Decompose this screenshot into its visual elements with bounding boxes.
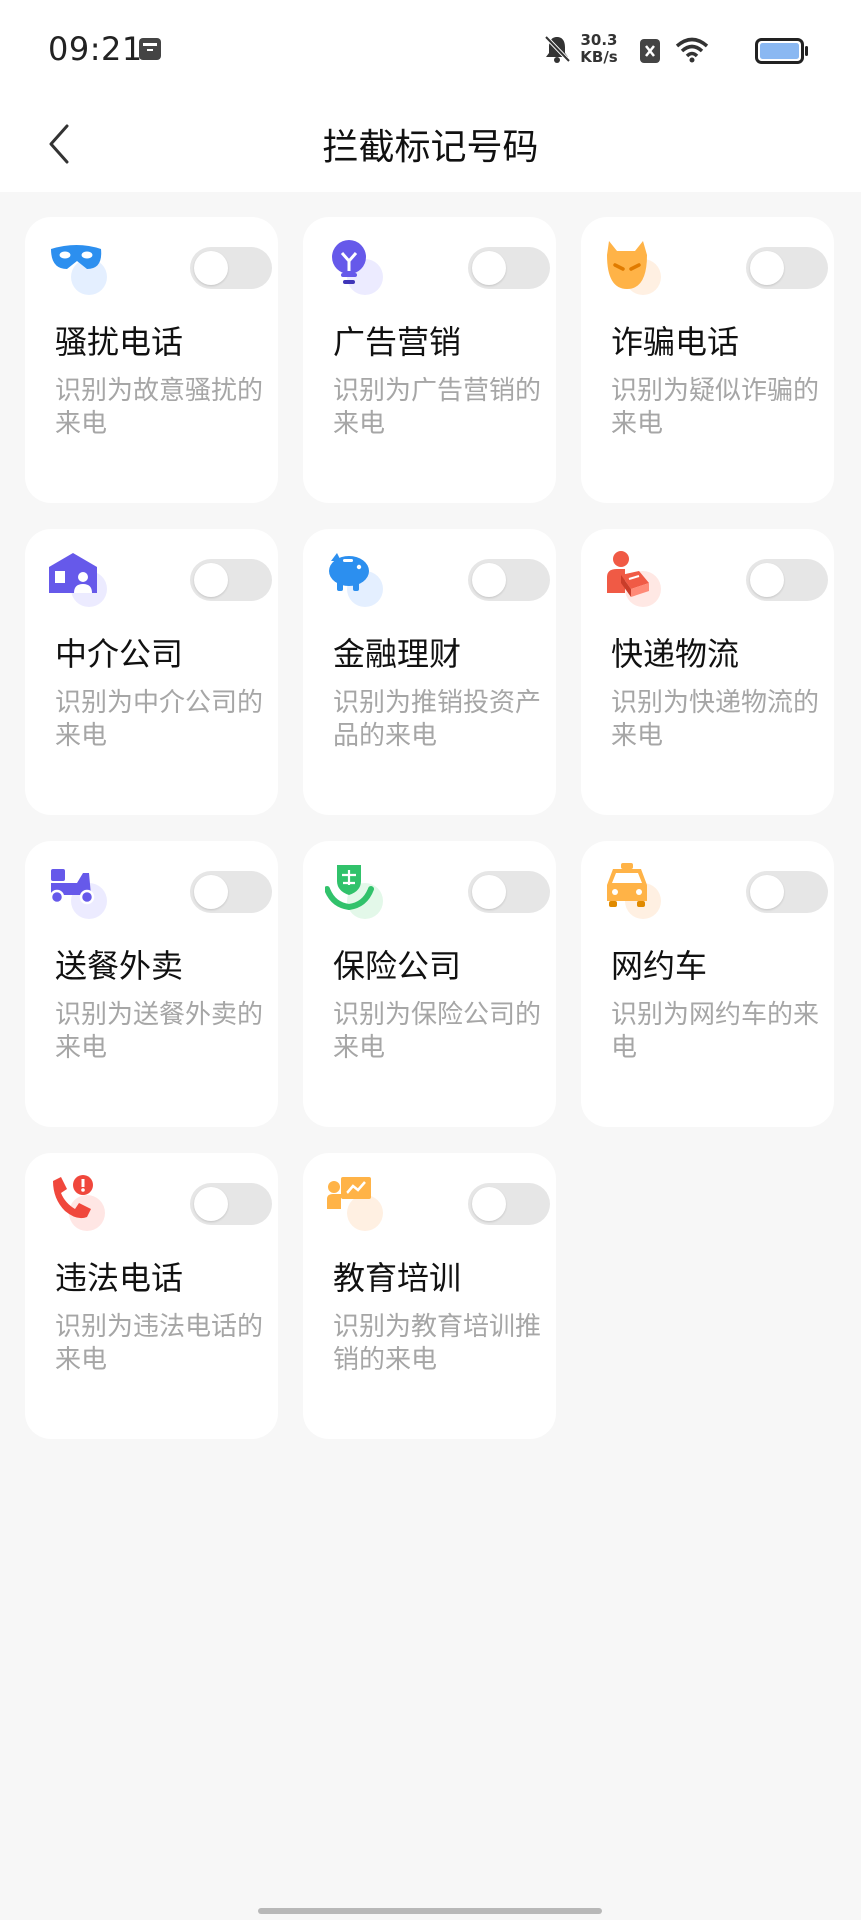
scooter-icon (47, 861, 111, 925)
category-title: 中介公司 (55, 635, 184, 673)
category-title: 广告营销 (333, 323, 462, 361)
harassment-toggle[interactable] (190, 247, 272, 289)
category-title: 教育培训 (333, 1259, 462, 1297)
category-description: 识别为保险公司的来电 (333, 1000, 542, 1063)
devil-icon (603, 237, 667, 301)
close-box-icon (639, 38, 661, 68)
category-description: 识别为广告营销的来电 (333, 376, 542, 439)
category-title: 快递物流 (611, 635, 740, 673)
ride-hailing-toggle[interactable] (746, 871, 828, 913)
toggle-knob (472, 875, 506, 909)
category-title: 网约车 (611, 947, 708, 985)
category-card-insurance: 保险公司 识别为保险公司的来电 (303, 841, 556, 1127)
toggle-knob (750, 251, 784, 285)
courier-icon (603, 549, 667, 613)
house-agent-icon (47, 549, 111, 613)
net-speed: 30.3 KB/s (577, 32, 621, 66)
toggle-knob (194, 563, 228, 597)
toggle-knob (750, 563, 784, 597)
page-title: 拦截标记号码 (322, 127, 539, 168)
toggle-knob (472, 1187, 506, 1221)
advertising-toggle[interactable] (468, 247, 550, 289)
category-title: 金融理财 (333, 635, 462, 673)
category-card-harassment: 骚扰电话 识别为故意骚扰的来电 (25, 217, 278, 503)
category-card-fraud: 诈骗电话 识别为疑似诈骗的来电 (581, 217, 834, 503)
category-card-ride-hailing: 网约车 识别为网约车的来电 (581, 841, 834, 1127)
category-description: 识别为故意骚扰的来电 (55, 376, 264, 439)
education-toggle[interactable] (468, 1183, 550, 1225)
category-card-courier: 快递物流 识别为快递物流的来电 (581, 529, 834, 815)
finance-toggle[interactable] (468, 559, 550, 601)
category-card-agency: 中介公司 识别为中介公司的来电 (25, 529, 278, 815)
category-description: 识别为违法电话的来电 (55, 1312, 264, 1375)
category-card-advertising: 广告营销 识别为广告营销的来电 (303, 217, 556, 503)
category-grid: 骚扰电话 识别为故意骚扰的来电 广告营销 识别为广告营销的来电 诈骗电话 识别为… (25, 217, 835, 1439)
insurance-shield-icon (325, 861, 389, 925)
category-description: 识别为中介公司的来电 (55, 688, 264, 751)
illegal-toggle[interactable] (190, 1183, 272, 1225)
category-description: 识别为推销投资产品的来电 (333, 688, 542, 751)
toggle-knob (472, 563, 506, 597)
category-description: 识别为教育培训推销的来电 (333, 1312, 542, 1375)
food-delivery-toggle[interactable] (190, 871, 272, 913)
category-description: 识别为疑似诈骗的来电 (611, 376, 820, 439)
category-title: 诈骗电话 (611, 323, 740, 361)
piggy-bank-icon (325, 549, 389, 613)
category-card-finance: 金融理财 识别为推销投资产品的来电 (303, 529, 556, 815)
category-card-food-delivery: 送餐外卖 识别为送餐外卖的来电 (25, 841, 278, 1127)
teacher-board-icon (325, 1173, 389, 1237)
page-header: 拦截标记号码 (0, 100, 861, 192)
mute-bell-icon (543, 34, 571, 68)
home-indicator[interactable] (258, 1908, 602, 1914)
agency-toggle[interactable] (190, 559, 272, 601)
insurance-toggle[interactable] (468, 871, 550, 913)
toggle-knob (472, 251, 506, 285)
app-notification-icon (138, 37, 162, 61)
category-card-illegal: 违法电话 识别为违法电话的来电 (25, 1153, 278, 1439)
status-time: 09:21 (48, 30, 143, 68)
net-speed-unit: KB/s (580, 48, 618, 66)
toggle-knob (194, 251, 228, 285)
category-title: 违法电话 (55, 1259, 184, 1297)
lightbulb-icon (325, 237, 389, 301)
battery-icon (755, 38, 809, 68)
toggle-knob (750, 875, 784, 909)
category-description: 识别为送餐外卖的来电 (55, 1000, 264, 1063)
fraud-toggle[interactable] (746, 247, 828, 289)
category-title: 送餐外卖 (55, 947, 184, 985)
courier-toggle[interactable] (746, 559, 828, 601)
category-title: 骚扰电话 (55, 323, 184, 361)
taxi-icon (603, 861, 667, 925)
net-speed-value: 30.3 (580, 31, 618, 49)
mask-icon (47, 237, 111, 301)
category-description: 识别为快递物流的来电 (611, 688, 820, 751)
toggle-knob (194, 875, 228, 909)
category-card-education: 教育培训 识别为教育培训推销的来电 (303, 1153, 556, 1439)
category-description: 识别为网约车的来电 (611, 1000, 820, 1063)
wifi-icon (675, 36, 709, 68)
status-bar: 09:21 30.3 KB/s (0, 0, 861, 100)
phone-alert-icon (47, 1173, 111, 1237)
category-title: 保险公司 (333, 947, 462, 985)
toggle-knob (194, 1187, 228, 1221)
